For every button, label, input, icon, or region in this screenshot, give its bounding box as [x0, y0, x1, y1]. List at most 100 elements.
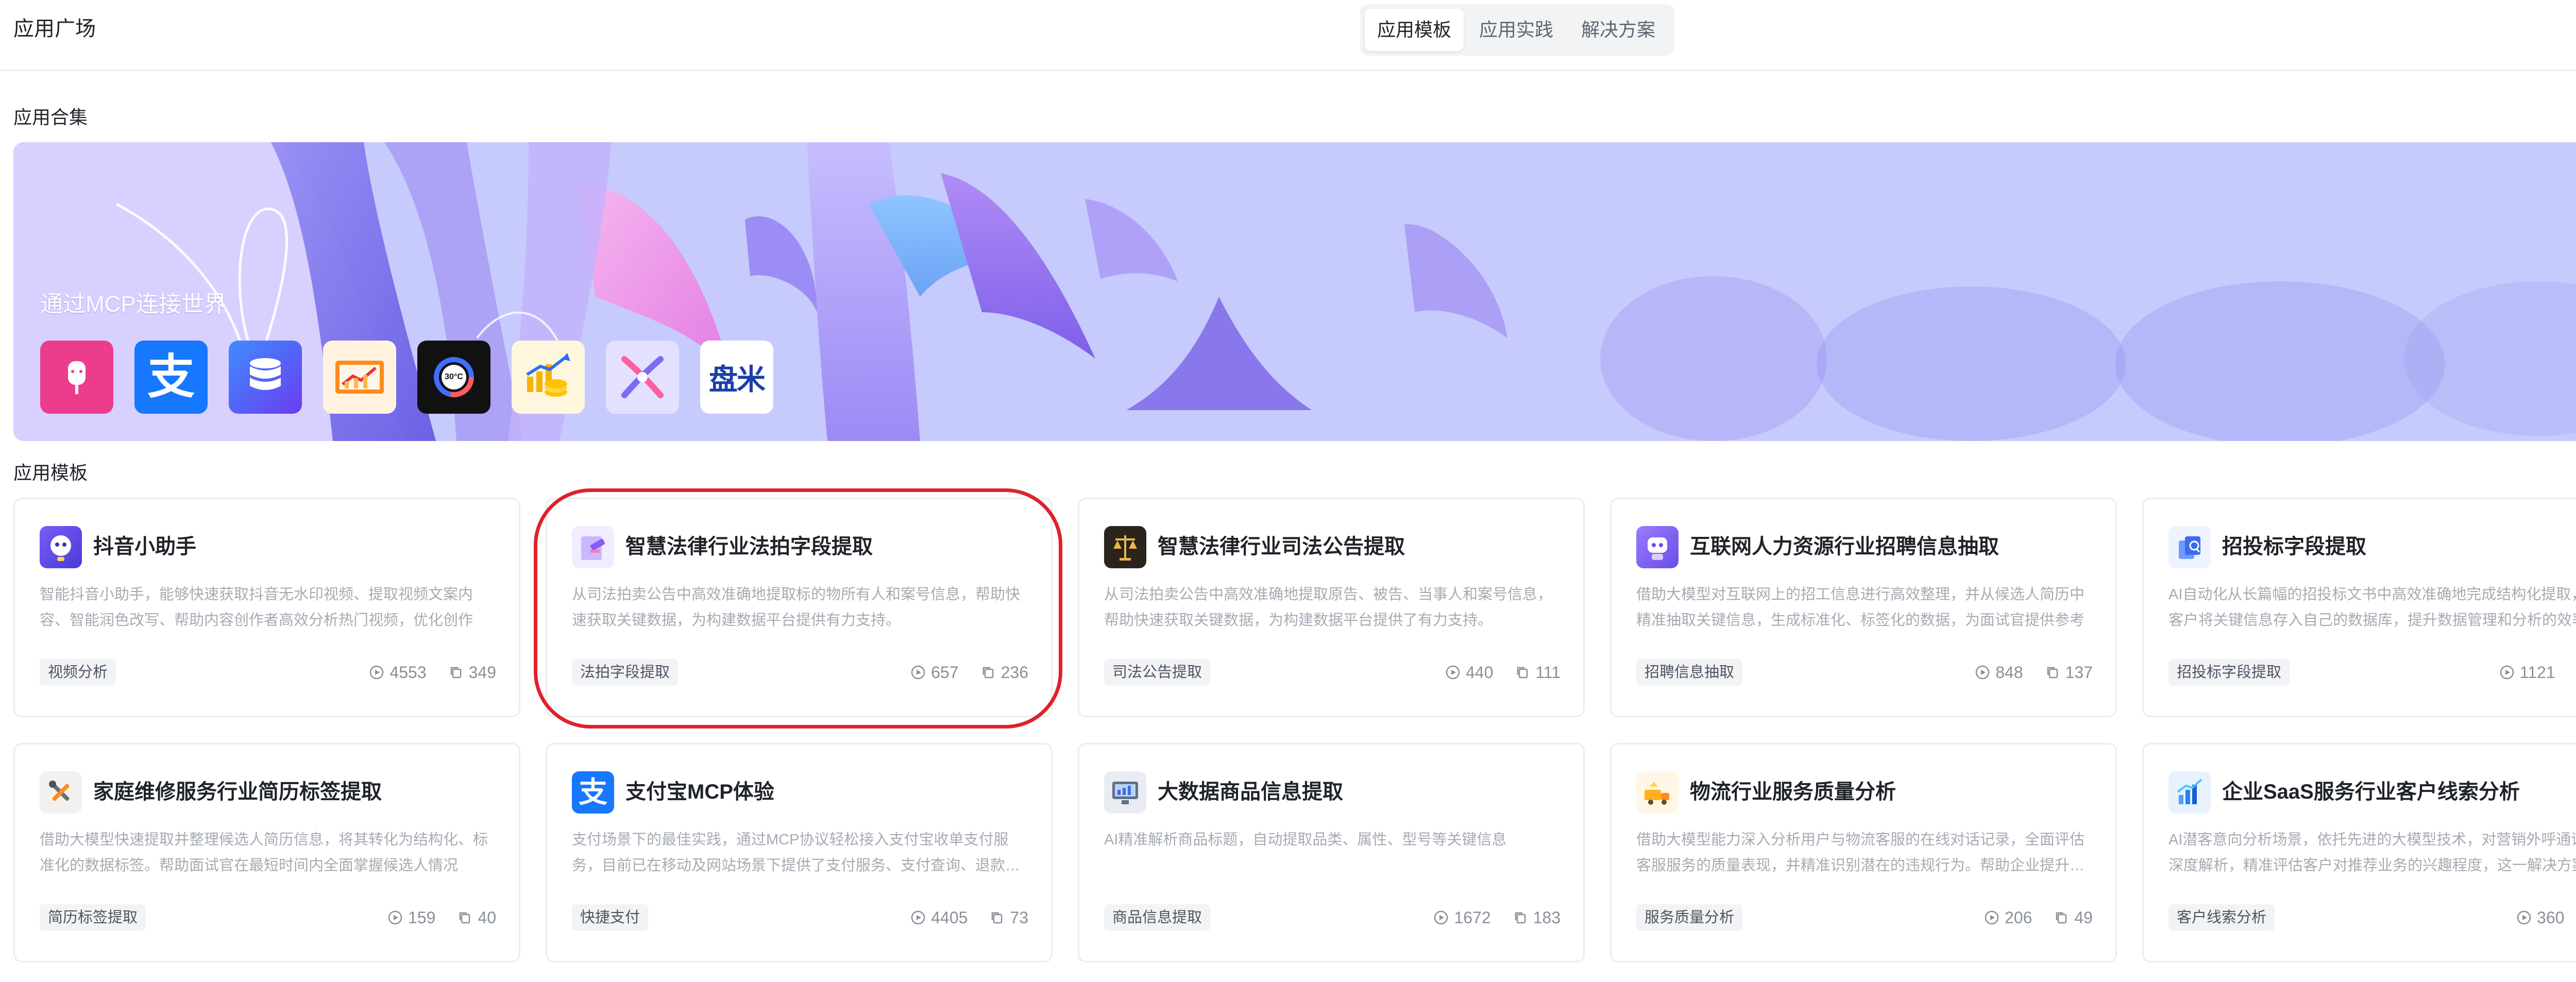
sparkle-x-icon[interactable] — [606, 341, 679, 414]
template-card[interactable]: 家庭维修服务行业简历标签提取 借助大模型快速提取并整理候选人简历信息，将其转化为… — [13, 743, 520, 962]
view-count-icon — [911, 910, 925, 925]
view-count-icon — [1975, 665, 1990, 680]
view-count-icon — [2517, 910, 2531, 925]
copy-count-icon — [2056, 912, 2067, 924]
copy-count-icon — [992, 912, 1003, 924]
card-description: 智能抖音小助手，能够快速获取抖音无水印视频、提取视频文案内容、智能润色改写、帮助… — [40, 586, 473, 629]
copy-count-icon — [2047, 667, 2058, 679]
card-title: 抖音小助手 — [93, 535, 196, 558]
card-stats: 4553 349 — [369, 659, 496, 686]
copy-count: 49 — [2074, 908, 2093, 927]
view-count: 4553 — [389, 663, 427, 682]
view-count-icon — [911, 665, 925, 680]
card-stats: 206 49 — [1984, 904, 2093, 931]
view-count: 848 — [1995, 663, 2023, 682]
card-tag: 视频分析 — [40, 659, 116, 686]
copy-count-icon — [1517, 667, 1528, 679]
template-card[interactable]: 物流行业服务质量分析 借助大模型能力深入分析用户与物流客服的在线对话记录，全面评… — [1610, 743, 2117, 962]
copy-count: 236 — [1001, 663, 1028, 682]
collection-section-title: 应用合集 — [13, 107, 88, 128]
justice-scale-icon — [1104, 526, 1146, 568]
card-description: AI自动化从长篇幅的招投标文书中高效准确地完成结构化提取，帮助客户将关键信息存入… — [2168, 586, 2576, 629]
copy-count: 137 — [2065, 663, 2093, 682]
chart-board-icon[interactable] — [323, 341, 396, 414]
template-card[interactable]: 智慧法律行业司法公告提取 从司法拍卖公告中高效准确地提取原告、被告、当事人和案号… — [1078, 498, 1585, 717]
card-description: 支付场景下的最佳实践，通过MCP协议轻松接入支付宝收单支付服务，目前已在移动及网… — [572, 832, 1021, 874]
pink-robot-icon[interactable] — [40, 341, 113, 414]
template-card-grid: 抖音小助手 智能抖音小助手，能够快速获取抖音无水印视频、提取视频文案内容、智能润… — [13, 498, 2576, 962]
card-stats: 159 40 — [387, 904, 496, 931]
card-tag: 快捷支付 — [572, 904, 649, 931]
weather-temperature: 30°C — [445, 373, 463, 381]
template-card[interactable]: 招投标字段提取 AI自动化从长篇幅的招投标文书中高效准确地完成结构化提取，帮助客… — [2142, 498, 2576, 717]
panmi-logo-text: 盘米 — [709, 363, 766, 396]
mcp-banner[interactable]: 通过MCP连接世界 支 30°C 盘米 — [13, 142, 2576, 441]
card-stats: 1672 183 — [1433, 904, 1561, 931]
card-description: 从司法拍卖公告中高效准确地提取标的物所有人和案号信息，帮助快速获取关键数据，为构… — [572, 586, 1021, 629]
weather-icon[interactable]: 30°C — [417, 341, 490, 414]
copy-count: 183 — [1533, 908, 1561, 927]
card-description: 从司法拍卖公告中高效准确地提取原告、被告、当事人和案号信息，帮助快速获取关键数据… — [1104, 586, 1553, 629]
view-count-icon — [1985, 910, 1999, 925]
copy-count-icon — [450, 667, 461, 679]
card-tag: 商品信息提取 — [1104, 904, 1211, 931]
card-title: 家庭维修服务行业简历标签提取 — [93, 781, 382, 803]
card-stats: 440 111 — [1445, 659, 1561, 686]
panmi-logo-icon[interactable]: 盘米 — [700, 341, 773, 414]
card-tag: 简历标签提取 — [40, 904, 146, 931]
alipay-icon[interactable]: 支 — [134, 341, 208, 414]
view-count-icon — [1446, 665, 1460, 680]
tab-app-templates[interactable]: 应用模板 — [1365, 9, 1464, 51]
card-stats: 1121 295 — [2499, 659, 2576, 686]
copy-count-icon — [460, 912, 470, 924]
template-card[interactable]: 大数据商品信息提取 AI精准解析商品标题，自动提取品类、属性、型号等关键信息 商… — [1078, 743, 1585, 962]
bidding-icon — [2168, 526, 2211, 568]
banner-title: 通过MCP连接世界 — [40, 292, 227, 317]
card-stats: 657 236 — [910, 659, 1028, 686]
view-count: 1121 — [2519, 663, 2555, 682]
tab-app-practice[interactable]: 应用实践 — [1467, 9, 1566, 51]
view-count: 360 — [2537, 908, 2565, 927]
card-tag: 招聘信息抽取 — [1636, 659, 1743, 686]
view-count-icon — [388, 910, 402, 925]
repair-tools-icon — [40, 771, 82, 814]
card-tag: 司法公告提取 — [1104, 659, 1211, 686]
product-data-icon — [1104, 771, 1146, 814]
card-title: 招投标字段提取 — [2222, 535, 2366, 558]
alipay-glyph: 支 — [579, 776, 607, 808]
view-count: 440 — [1465, 663, 1494, 682]
template-card[interactable]: 智慧法律行业法拍字段提取 从司法拍卖公告中高效准确地提取标的物所有人和案号信息，… — [546, 498, 1053, 717]
category-tabs: 应用模板 应用实践 解决方案 — [1360, 4, 1674, 56]
finance-coins-icon[interactable] — [512, 341, 585, 414]
card-title: 智慧法律行业法拍字段提取 — [625, 535, 873, 558]
copy-count-icon — [982, 667, 993, 679]
tab-solutions[interactable]: 解决方案 — [1569, 9, 1668, 51]
template-card[interactable]: 抖音小助手 智能抖音小助手，能够快速获取抖音无水印视频、提取视频文案内容、智能润… — [13, 498, 520, 717]
view-count: 4405 — [931, 908, 968, 927]
page-title: 应用广场 — [13, 18, 96, 40]
template-card[interactable]: 互联网人力资源行业招聘信息抽取 借助大模型对互联网上的招工信息进行高效整理，并从… — [1610, 498, 2117, 717]
template-card[interactable]: 企业SaaS服务行业客户线索分析 AI潜客意向分析场景，依托先进的大模型技术，对… — [2142, 743, 2576, 962]
card-description: AI精准解析商品标题，自动提取品类、属性、型号等关键信息 — [1104, 832, 1507, 848]
alipay-glyph: 支 — [147, 351, 195, 403]
view-count: 159 — [408, 908, 436, 927]
template-card[interactable]: 支 支付宝MCP体验 支付场景下的最佳实践，通过MCP协议轻松接入支付宝收单支付… — [546, 743, 1053, 962]
copy-count: 111 — [1535, 663, 1561, 682]
logistics-icon — [1636, 771, 1679, 814]
card-description: 借助大模型对互联网上的招工信息进行高效整理，并从候选人简历中精准抽取关键信息，生… — [1636, 586, 2085, 629]
card-title: 智慧法律行业司法公告提取 — [1158, 535, 1405, 558]
view-count: 206 — [2005, 908, 2032, 927]
card-title: 互联网人力资源行业招聘信息抽取 — [1690, 535, 1999, 558]
copy-count-icon — [1515, 912, 1526, 924]
card-title: 物流行业服务质量分析 — [1690, 781, 1896, 803]
saas-chart-icon — [2168, 771, 2211, 814]
copy-count: 73 — [1010, 908, 1028, 927]
card-stats: 360 64 — [2516, 904, 2576, 931]
database-icon[interactable] — [229, 341, 302, 414]
templates-section-title: 应用模板 — [13, 462, 88, 483]
card-tag: 服务质量分析 — [1636, 904, 1743, 931]
card-description: 借助大模型能力深入分析用户与物流客服的在线对话记录，全面评估客服服务的质量表现，… — [1636, 832, 2085, 874]
card-stats: 848 137 — [1975, 659, 2093, 686]
view-count-icon — [1434, 910, 1448, 925]
douyin-robot-icon — [40, 526, 82, 568]
